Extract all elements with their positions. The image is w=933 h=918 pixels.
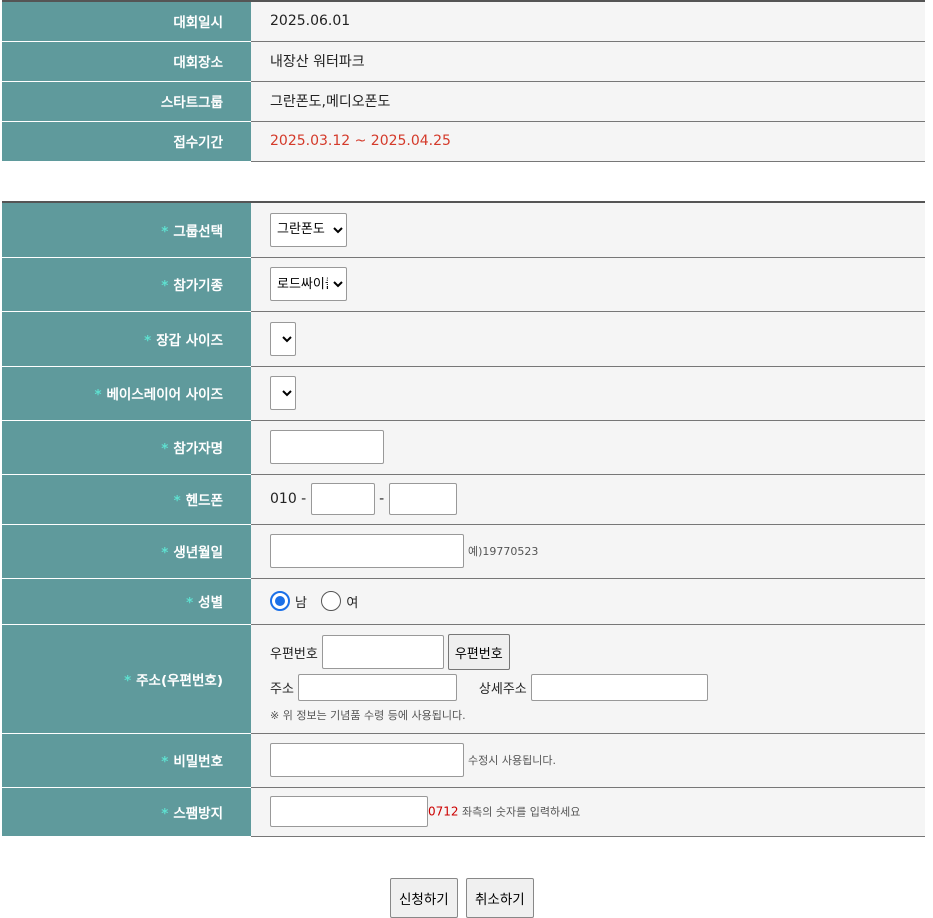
gender-female-label: 여	[346, 595, 359, 611]
gender-male-radio[interactable]	[270, 591, 290, 611]
required-mark: *	[94, 387, 102, 403]
cancel-button[interactable]: 취소하기	[466, 878, 534, 918]
info-label: 스타트그룹	[2, 81, 251, 122]
spam-hint: 좌측의 숫자를 입력하세요	[458, 805, 581, 819]
detail-address-input[interactable]	[530, 674, 708, 701]
address-note: ※ 위 정보는 기념품 수령 등에 사용됩니다.	[270, 709, 466, 722]
bike-select[interactable]: 로드싸이클	[270, 267, 347, 301]
spam-input[interactable]	[270, 796, 428, 827]
baselayer-label: 베이스레이어 사이즈	[106, 387, 223, 403]
phone-last-input[interactable]	[388, 483, 457, 515]
row-password: * 비밀번호 수정시 사용됩니다.	[2, 733, 925, 788]
baselayer-size-select[interactable]: S	[270, 376, 296, 410]
row-glove: * 장갑 사이즈 S	[2, 311, 925, 367]
address-label: 주소(우편번호)	[136, 672, 223, 689]
zip-input[interactable]	[321, 635, 444, 669]
row-name: * 참가자명	[2, 420, 925, 475]
info-row-period: 접수기간 2025.03.12 ~ 2025.04.25	[2, 121, 925, 162]
submit-button[interactable]: 신청하기	[390, 878, 458, 918]
info-value: 내장산 워터파크	[251, 41, 925, 82]
required-mark: *	[161, 278, 169, 294]
info-row-date: 대회일시 2025.06.01	[2, 1, 925, 42]
name-label: 참가자명	[173, 441, 223, 457]
phone-prefix: 010 -	[270, 491, 307, 507]
required-mark: *	[144, 332, 152, 349]
addr-label: 주소	[270, 682, 294, 697]
birth-label: 생년월일	[173, 545, 223, 561]
name-input[interactable]	[270, 430, 384, 464]
row-baselayer: * 베이스레이어 사이즈 S	[2, 366, 925, 421]
phone-separator: -	[379, 491, 385, 507]
glove-size-select[interactable]: S	[270, 321, 296, 356]
password-label: 비밀번호	[173, 754, 223, 770]
gender-label: 성별	[198, 595, 223, 611]
phone-label: 헨드폰	[185, 493, 223, 509]
detail-addr-label: 상세주소	[478, 682, 527, 697]
required-mark: *	[186, 595, 194, 611]
info-label: 접수기간	[2, 121, 251, 162]
row-gender: * 성별 남 여	[2, 578, 925, 625]
bike-label: 참가기종	[173, 278, 223, 294]
birth-hint: 예)19770523	[468, 545, 539, 558]
spam-label: 스팸방지	[173, 805, 223, 822]
info-value: 2025.06.01	[251, 1, 925, 42]
password-hint: 수정시 사용됩니다.	[468, 754, 556, 767]
phone-middle-input[interactable]	[310, 483, 375, 515]
row-group: * 그룹선택 그란폰도	[2, 202, 925, 258]
zip-label: 우편번호	[270, 646, 318, 662]
address-input[interactable]	[297, 674, 457, 701]
required-mark: *	[173, 493, 181, 509]
event-info-table: 대회일시 2025.06.01 대회장소 내장산 워터파크 스타트그룹 그란폰도…	[2, 0, 925, 162]
required-mark: *	[124, 672, 132, 689]
registration-form-table: * 그룹선택 그란폰도 * 참가기종 로드싸이클 * 장갑 사이즈 S * 베이스레이어…	[2, 201, 925, 837]
gender-male-label: 남	[295, 595, 307, 611]
info-label: 대회일시	[2, 1, 251, 42]
row-spam: * 스팸방지 0712 좌측의 숫자를 입력하세요	[2, 787, 925, 837]
group-select[interactable]: 그란폰도	[270, 212, 347, 247]
info-row-group: 스타트그룹 그란폰도,메디오폰도	[2, 81, 925, 122]
row-address: * 주소(우편번호) 우편번호 우편번호 주소 상세주소 ※ 위 정보는 기념품 …	[2, 624, 925, 734]
password-input[interactable]	[270, 743, 464, 777]
required-mark: *	[161, 754, 169, 770]
row-bike: * 참가기종 로드싸이클	[2, 257, 925, 312]
birth-input[interactable]	[270, 534, 464, 568]
required-mark: *	[161, 223, 169, 240]
group-label: 그룹선택	[173, 223, 223, 240]
zip-search-button[interactable]: 우편번호	[447, 634, 510, 670]
glove-label: 장갑 사이즈	[156, 332, 223, 349]
spam-code: 0712	[428, 804, 459, 819]
required-mark: *	[161, 545, 169, 561]
required-mark: *	[161, 441, 169, 457]
info-label: 대회장소	[2, 41, 251, 82]
required-mark: *	[161, 805, 169, 822]
registration-period: 2025.03.12 ~ 2025.04.25	[251, 121, 925, 162]
gender-female-radio[interactable]	[321, 591, 342, 611]
info-value: 그란폰도,메디오폰도	[251, 81, 925, 122]
row-birth: * 생년월일 예)19770523	[2, 524, 925, 579]
info-row-place: 대회장소 내장산 워터파크	[2, 41, 925, 82]
row-phone: * 헨드폰 010 - -	[2, 474, 925, 525]
